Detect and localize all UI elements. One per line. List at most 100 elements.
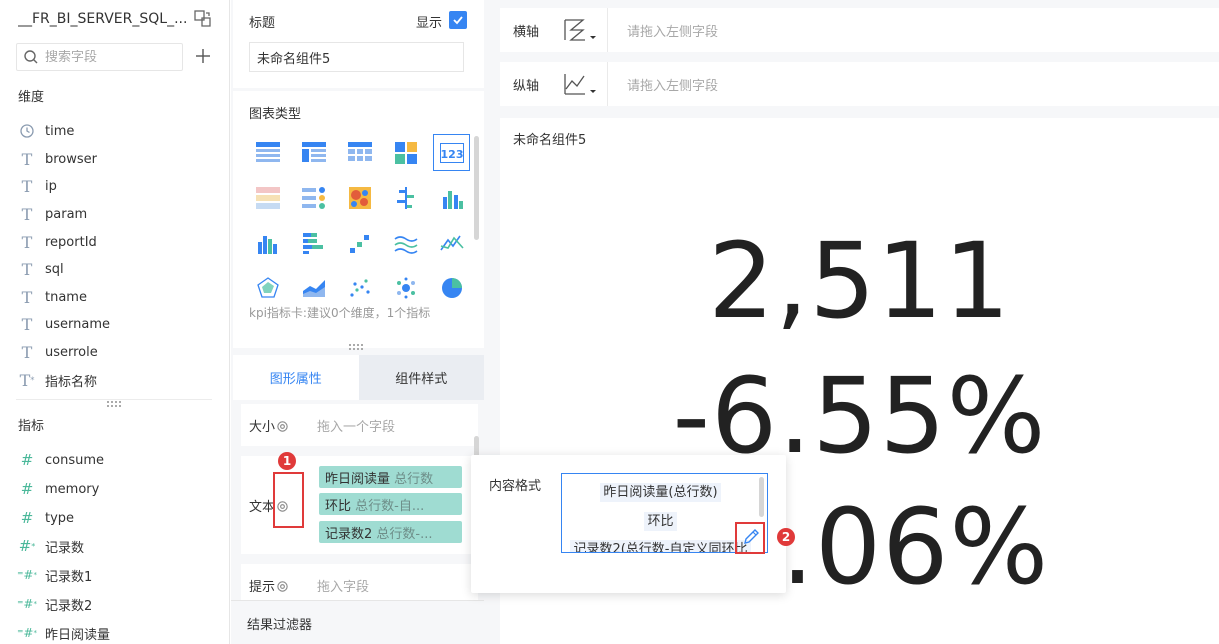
kpi-card-icon[interactable]: 123 — [433, 134, 470, 171]
stacked-bar-icon[interactable] — [295, 224, 332, 261]
treemap-grid-icon[interactable] — [387, 134, 424, 171]
text-field-tag[interactable]: 环比 总行数-自... — [319, 493, 462, 515]
panel-resize-handle[interactable] — [107, 401, 121, 407]
field-label: 昨日阅读量 — [45, 627, 111, 643]
config-resize-handle[interactable] — [349, 344, 363, 350]
measure-field-record-count-1[interactable]: ⁼# * 记录数1 — [17, 564, 92, 586]
measure-field-type[interactable]: # type — [18, 507, 74, 529]
dimension-field-ip[interactable]: T ip — [18, 175, 57, 197]
cross-table-icon[interactable] — [295, 134, 332, 171]
tooltip-label[interactable]: 提示 — [249, 576, 289, 595]
format-item[interactable]: 记录数2(总行数-自定义同环比 — [562, 538, 759, 552]
number-icon: # — [20, 451, 34, 469]
field-label: ip — [45, 178, 57, 194]
text-field-tag[interactable]: 记录数2 总行数-... — [319, 521, 462, 543]
field-label: userrole — [45, 344, 98, 360]
measure-field-yesterday-reads[interactable]: ⁼# * 昨日阅读量 — [17, 622, 111, 644]
divider — [607, 8, 608, 52]
tab-component-style[interactable]: 组件样式 — [358, 355, 484, 400]
add-field-button[interactable] — [194, 47, 212, 65]
size-drop-zone[interactable]: 拖入一个字段 — [317, 416, 395, 435]
multi-kpi-icon[interactable] — [249, 179, 286, 216]
x-axis-drop-zone[interactable]: 请拖入左侧字段 — [627, 21, 718, 40]
field-label: sql — [45, 261, 64, 277]
number-icon: # — [20, 480, 34, 498]
size-row: 大小 拖入一个字段 — [241, 404, 478, 446]
heatmap-icon[interactable] — [341, 179, 378, 216]
text-type-icon: T — [21, 204, 33, 224]
diverging-bar-icon[interactable] — [387, 179, 424, 216]
y-axis-chart-icon — [564, 74, 596, 95]
column-chart-icon[interactable] — [249, 224, 286, 261]
line-area-icon[interactable] — [433, 224, 470, 261]
gear-icon[interactable] — [276, 580, 289, 593]
field-label: type — [45, 510, 75, 526]
field-label: tname — [45, 289, 87, 305]
number-calc-icon: ⁼# * — [17, 597, 37, 611]
text-type-icon: T — [21, 342, 33, 362]
wave-line-icon[interactable] — [387, 224, 424, 261]
dimension-field-time[interactable]: time — [18, 120, 74, 142]
title-input[interactable] — [249, 42, 464, 72]
field-label: memory — [45, 481, 100, 497]
search-input[interactable] — [45, 49, 165, 65]
scatter-step-icon[interactable] — [341, 224, 378, 261]
x-axis-type-dropdown[interactable] — [563, 15, 601, 45]
field-label: username — [45, 316, 110, 332]
x-axis-chart-icon — [564, 19, 596, 41]
clock-icon — [20, 124, 34, 138]
dimension-field-param[interactable]: T param — [18, 203, 88, 225]
step-badge-1: 1 — [278, 452, 296, 470]
number-calc-icon: ⁼# * — [17, 626, 37, 640]
property-tabs: 图形属性 组件样式 — [233, 355, 484, 400]
detail-table-icon[interactable] — [341, 134, 378, 171]
y-axis-type-dropdown[interactable] — [563, 69, 601, 99]
tab-graphic-properties[interactable]: 图形属性 — [233, 355, 359, 400]
tooltip-drop-zone[interactable]: 拖入字段 — [317, 576, 369, 595]
dot-list-icon[interactable] — [295, 179, 332, 216]
dimension-field-sql[interactable]: T sql — [18, 258, 64, 280]
format-item[interactable]: 昨日阅读量(总行数) — [562, 481, 759, 502]
area-chart-icon[interactable] — [295, 269, 332, 306]
dimension-field-tname[interactable]: T tname — [18, 286, 87, 308]
chart-type-card: 图表类型 123 kpi指标卡:建议0个维度，1个指标 — [233, 91, 484, 348]
scatter-dots-icon[interactable] — [341, 269, 378, 306]
field-label: param — [45, 206, 88, 222]
dimension-field-browser[interactable]: T browser — [18, 148, 97, 170]
y-axis-label: 纵轴 — [513, 78, 540, 94]
text-type-icon: T — [21, 176, 33, 196]
gear-icon[interactable] — [276, 420, 289, 433]
highlight-box-gear — [273, 472, 304, 528]
dimension-field-userrole[interactable]: T userrole — [18, 341, 98, 363]
table-icon[interactable] — [249, 134, 286, 171]
text-field-tag[interactable]: 昨日阅读量 总行数 — [319, 466, 462, 488]
y-axis-drop-zone[interactable]: 请拖入左侧字段 — [627, 75, 718, 94]
pie-chart-icon[interactable] — [433, 269, 470, 306]
chart-type-scrollbar[interactable] — [474, 136, 479, 240]
measure-field-memory[interactable]: # memory — [18, 478, 100, 500]
text-type-icon: T — [21, 314, 33, 334]
dimension-field-reportid[interactable]: T reportId — [18, 231, 97, 253]
measure-field-record-count-2[interactable]: ⁼# * 记录数2 — [17, 593, 92, 615]
format-item[interactable]: 环比 — [562, 510, 759, 531]
x-axis-bar: 横轴 请拖入左侧字段 — [500, 8, 1219, 52]
search-field-box[interactable] — [16, 43, 183, 71]
result-filter-label[interactable]: 结果过滤器 — [247, 614, 312, 633]
content-format-popup: 内容格式 昨日阅读量(总行数) 环比 记录数2(总行数-自定义同环比 2 — [471, 455, 795, 593]
field-label: 记录数 — [45, 540, 85, 556]
size-label[interactable]: 大小 — [249, 416, 289, 435]
dataset-title[interactable]: __FR_BI_SERVER_SQL_... — [18, 11, 193, 27]
show-title-checkbox[interactable] — [449, 11, 467, 29]
measure-field-record-count[interactable]: # * 记录数 — [18, 535, 84, 557]
content-format-label: 内容格式 — [489, 479, 542, 494]
switch-dataset-icon[interactable] — [194, 10, 212, 28]
dimension-field-metric-name[interactable]: T * 指标名称 — [18, 369, 97, 391]
measure-field-consume[interactable]: # consume — [18, 449, 104, 471]
y-axis-bar: 纵轴 请拖入左侧字段 — [500, 62, 1219, 106]
dimension-field-username[interactable]: T username — [18, 313, 110, 335]
bubble-cluster-icon[interactable] — [387, 269, 424, 306]
grouped-bar-icon[interactable] — [433, 179, 470, 216]
format-scrollbar[interactable] — [759, 477, 764, 517]
radar-icon[interactable] — [249, 269, 286, 306]
widget-title: 未命名组件5 — [513, 133, 587, 148]
